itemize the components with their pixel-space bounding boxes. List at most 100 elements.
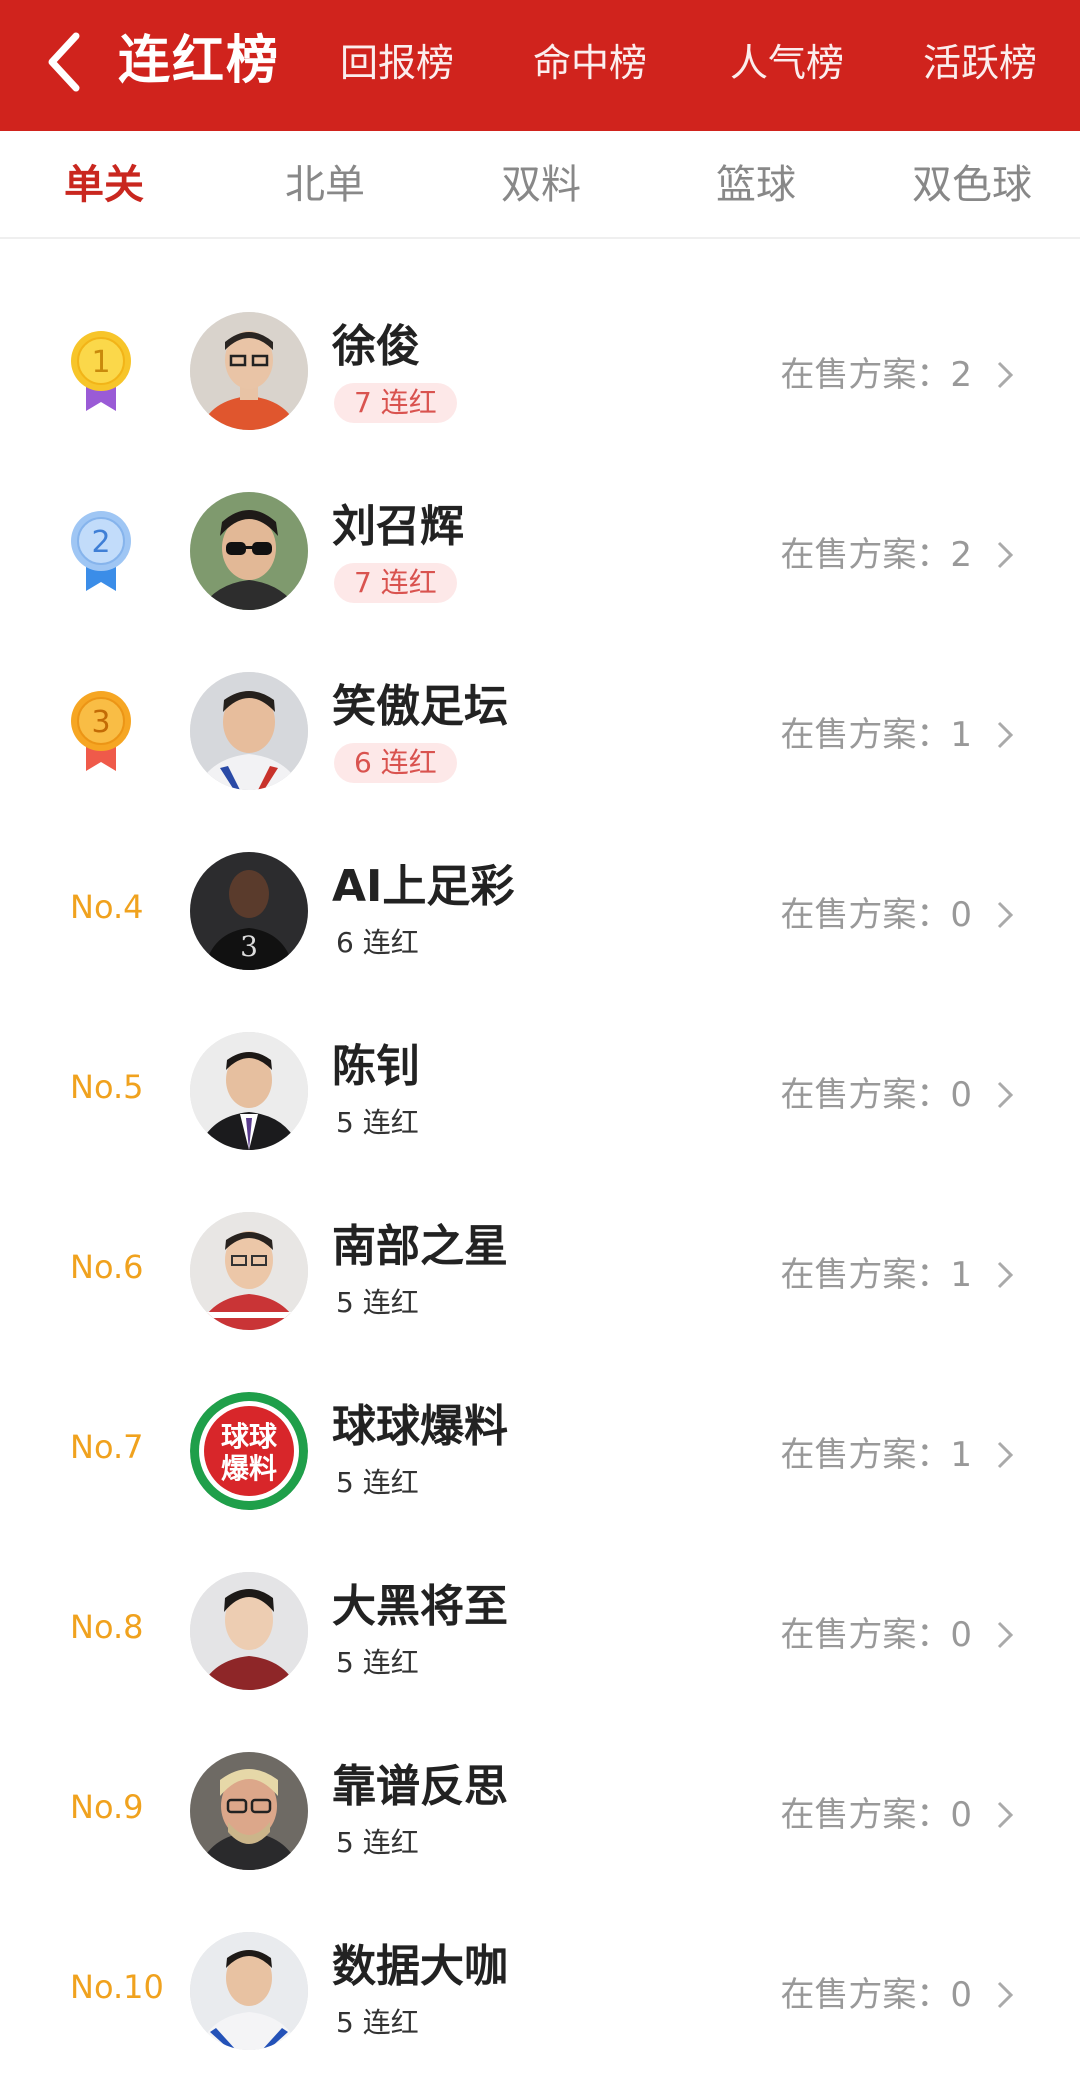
on-sale-count: 在售方案：2 — [780, 353, 972, 397]
list-item[interactable]: No.6 南部之星 5 连红 在售方案：1 — [0, 1183, 1080, 1363]
avatar — [190, 672, 308, 790]
list-item[interactable]: No.9 靠谱反思 5 连红 在售方案：0 — [0, 1723, 1080, 1903]
on-sale-label: 在售方案： — [780, 1795, 951, 1835]
avatar — [190, 492, 308, 610]
tab-popularity-ranking[interactable]: 人气榜 — [730, 38, 844, 88]
on-sale-count: 在售方案：0 — [780, 1613, 972, 1657]
list-item[interactable]: 3 笑傲足坛 6 连红 在售方案：1 — [0, 643, 1080, 823]
on-sale-count: 在售方案：0 — [780, 1793, 972, 1837]
subtab-beidan[interactable]: 北单 — [285, 159, 365, 211]
avatar: 3 — [190, 852, 308, 970]
chevron-right-icon — [997, 1441, 1014, 1469]
page-title: 连红榜 — [118, 31, 281, 91]
expert-name: 大黑将至 — [332, 1581, 508, 1632]
streak-label: 5 连红 — [336, 1466, 419, 1499]
expert-name: 笑傲足坛 — [332, 681, 508, 732]
on-sale-count: 在售方案：1 — [780, 713, 972, 757]
on-sale-value: 2 — [950, 535, 972, 575]
rank-number: No.10 — [70, 1968, 164, 2006]
gold-medal-icon: 1 — [71, 331, 131, 411]
on-sale-label: 在售方案： — [780, 895, 951, 935]
category-tabs: 单关 北单 双料 篮球 双色球 — [0, 131, 1080, 239]
on-sale-value: 2 — [950, 355, 972, 395]
on-sale-label: 在售方案： — [780, 715, 951, 755]
chevron-right-icon — [997, 1621, 1014, 1649]
chevron-right-icon — [997, 361, 1014, 389]
expert-name: 数据大咖 — [332, 1941, 508, 1992]
streak-label: 5 连红 — [336, 1106, 419, 1139]
rank-number: No.8 — [70, 1608, 144, 1646]
rank-number: No.7 — [70, 1428, 144, 1466]
on-sale-label: 在售方案： — [780, 1255, 951, 1295]
medal-rank-label: 2 — [91, 525, 110, 560]
chevron-left-icon — [48, 32, 80, 92]
back-button[interactable] — [38, 22, 98, 102]
logo-text-bottom: 爆料 — [221, 1452, 277, 1485]
on-sale-label: 在售方案： — [780, 1075, 951, 1115]
on-sale-label: 在售方案： — [780, 1615, 951, 1655]
on-sale-count: 在售方案：2 — [780, 533, 972, 577]
chevron-right-icon — [997, 1081, 1014, 1109]
streak-badge: 6 连红 — [334, 743, 457, 783]
on-sale-value: 0 — [950, 1975, 972, 2015]
subtab-lottery[interactable]: 双色球 — [912, 159, 1032, 211]
avatar — [190, 1032, 308, 1150]
on-sale-value: 0 — [950, 895, 972, 935]
logo-text-top: 球球 — [221, 1420, 278, 1453]
list-item[interactable]: No.5 陈钊 5 连红 在售方案：0 — [0, 1003, 1080, 1183]
list-item[interactable]: 2 刘召辉 7 连红 在售方案：2 — [0, 463, 1080, 643]
on-sale-label: 在售方案： — [780, 1975, 951, 2015]
silver-medal-icon: 2 — [71, 511, 131, 591]
expert-name: 陈钊 — [332, 1041, 420, 1092]
on-sale-label: 在售方案： — [780, 1435, 951, 1475]
tab-return-ranking[interactable]: 回报榜 — [340, 38, 454, 88]
top-nav-bar: 连红榜 回报榜 命中榜 人气榜 活跃榜 — [0, 0, 1080, 131]
streak-badge: 7 连红 — [334, 383, 457, 423]
rank-number: No.9 — [70, 1788, 144, 1826]
list-item[interactable]: No.7 球球 爆料 球球爆料 5 连红 在售方案：1 — [0, 1363, 1080, 1543]
streak-label: 5 连红 — [336, 1826, 419, 1859]
streak-badge: 7 连红 — [334, 563, 457, 603]
chevron-right-icon — [997, 1981, 1014, 2009]
list-item[interactable]: No.10 数据大咖 5 连红 在售方案：0 — [0, 1903, 1080, 2080]
expert-name: 徐俊 — [332, 321, 420, 372]
on-sale-value: 1 — [950, 715, 972, 755]
rank-number: No.5 — [70, 1068, 144, 1106]
bronze-medal-icon: 3 — [71, 691, 131, 771]
tab-active-ranking[interactable]: 活跃榜 — [923, 38, 1037, 88]
streak-label: 5 连红 — [336, 1286, 419, 1319]
subtab-single[interactable]: 单关 — [64, 159, 144, 211]
expert-name: 靠谱反思 — [332, 1761, 508, 1812]
subtab-double[interactable]: 双料 — [501, 159, 581, 211]
on-sale-value: 0 — [950, 1615, 972, 1655]
streak-label: 5 连红 — [336, 2006, 419, 2039]
medal-rank-label: 1 — [91, 345, 110, 380]
rank-number: No.6 — [70, 1248, 144, 1286]
avatar — [190, 312, 308, 430]
avatar: 球球 爆料 — [190, 1392, 308, 1510]
avatar — [190, 1752, 308, 1870]
on-sale-count: 在售方案：0 — [780, 1973, 972, 2017]
chevron-right-icon — [997, 1261, 1014, 1289]
on-sale-count: 在售方案：1 — [780, 1253, 972, 1297]
on-sale-label: 在售方案： — [780, 535, 951, 575]
list-item[interactable]: No.8 大黑将至 5 连红 在售方案：0 — [0, 1543, 1080, 1723]
tab-hit-ranking[interactable]: 命中榜 — [533, 38, 647, 88]
list-item[interactable]: No.4 3 AI上足彩 6 连红 在售方案：0 — [0, 823, 1080, 1003]
chevron-right-icon — [997, 541, 1014, 569]
on-sale-label: 在售方案： — [780, 355, 951, 395]
svg-text:3: 3 — [240, 930, 258, 963]
subtab-basketball[interactable]: 篮球 — [716, 159, 796, 211]
on-sale-value: 1 — [950, 1255, 972, 1295]
expert-name: 刘召辉 — [332, 501, 464, 552]
on-sale-count: 在售方案：1 — [780, 1433, 972, 1477]
on-sale-value: 1 — [950, 1435, 972, 1475]
ranking-list: 1 徐俊 7 连红 在售方案：2 2 刘召辉 7 连红 在售方案：2 3 笑傲足… — [0, 283, 1080, 2080]
avatar — [190, 1932, 308, 2050]
rank-number: No.4 — [70, 888, 144, 926]
list-item[interactable]: 1 徐俊 7 连红 在售方案：2 — [0, 283, 1080, 463]
expert-name: AI上足彩 — [332, 861, 515, 912]
chevron-right-icon — [997, 901, 1014, 929]
on-sale-count: 在售方案：0 — [780, 893, 972, 937]
expert-name: 球球爆料 — [332, 1401, 508, 1452]
